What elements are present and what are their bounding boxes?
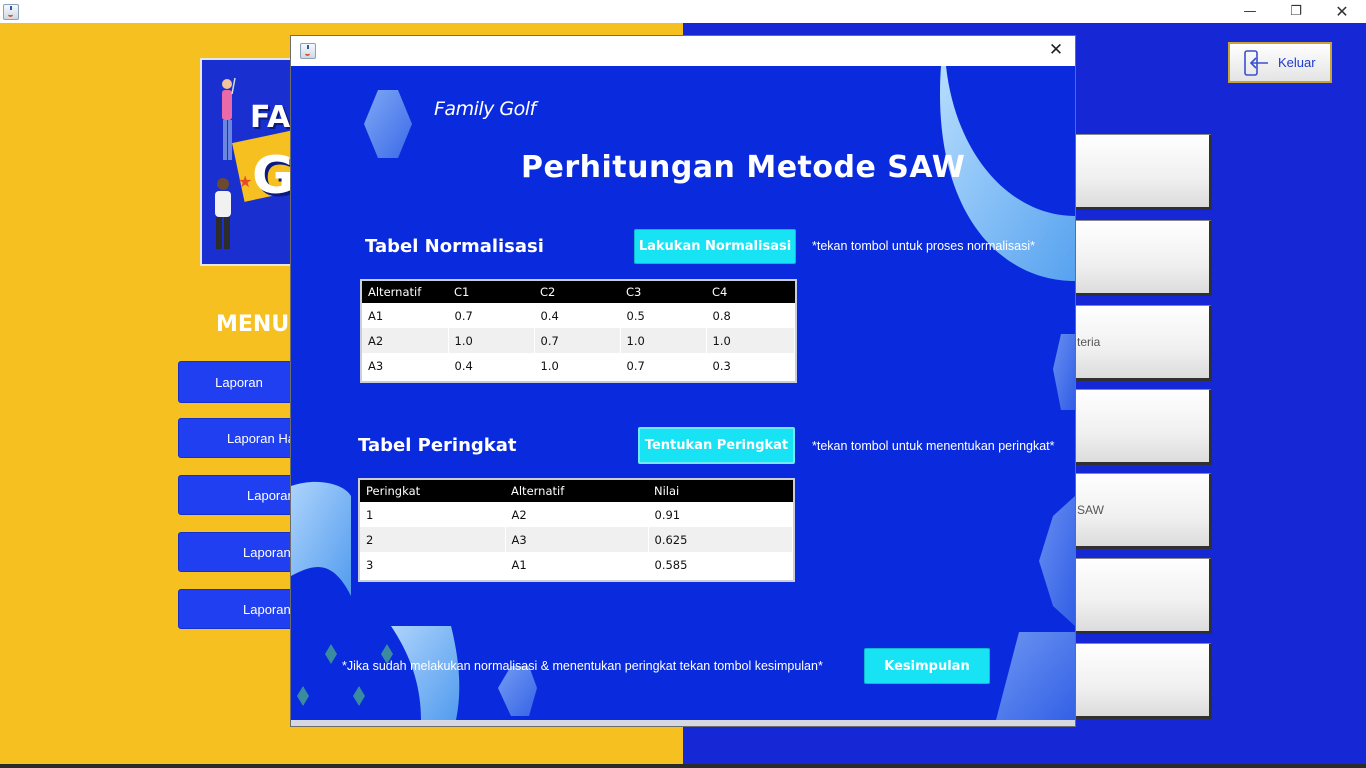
menu-button-laporan-2[interactable]: Laporan Ha xyxy=(178,418,298,458)
menu-title: MENU xyxy=(216,312,290,337)
menu-button-laporan-5[interactable]: Laporan xyxy=(178,589,298,629)
column-header[interactable]: Peringkat xyxy=(360,480,505,502)
table-cell[interactable]: A3 xyxy=(505,527,649,552)
right-menu-button-4[interactable] xyxy=(1066,389,1212,465)
table-cell[interactable]: 0.7 xyxy=(448,303,535,328)
right-menu-button-7[interactable] xyxy=(1066,643,1212,719)
restore-icon: ❐ xyxy=(1290,4,1302,19)
table-cell[interactable]: 1 xyxy=(360,502,506,527)
table-cell[interactable]: 0.7 xyxy=(534,328,621,353)
dialog-body: Family Golf Perhitungan Metode SAW Tabel… xyxy=(291,66,1075,720)
table-cell[interactable]: 1.0 xyxy=(448,328,535,353)
table-row[interactable]: A3 0.4 1.0 0.7 0.3 xyxy=(362,353,795,378)
table-cell[interactable]: 2 xyxy=(360,527,506,552)
minimize-icon: — xyxy=(1243,4,1257,19)
table-cell[interactable]: 0.4 xyxy=(448,353,535,378)
table-cell[interactable]: A3 xyxy=(362,353,449,378)
table-row[interactable]: 1 A2 0.91 xyxy=(360,502,793,527)
table-cell[interactable]: 1.0 xyxy=(620,328,707,353)
column-header[interactable]: C1 xyxy=(448,281,534,303)
table-cell[interactable]: A1 xyxy=(362,303,449,328)
kesimpulan-button[interactable]: Kesimpulan xyxy=(864,648,990,684)
normalisasi-table: Alternatif C1 C2 C3 C4 A1 0.7 0.4 0.5 0.… xyxy=(360,279,797,383)
table-cell[interactable]: A2 xyxy=(505,502,649,527)
table-cell[interactable]: 0.5 xyxy=(620,303,707,328)
right-menu-button-2[interactable] xyxy=(1066,220,1212,296)
window-close-button[interactable]: ✕ xyxy=(1319,0,1365,23)
column-header[interactable]: Alternatif xyxy=(362,281,448,303)
column-header[interactable]: Alternatif xyxy=(505,480,648,502)
column-header[interactable]: Nilai xyxy=(648,480,793,502)
normalisasi-hint: *tekan tombol untuk proses normalisasi* xyxy=(812,239,1036,253)
table-cell[interactable]: 0.625 xyxy=(648,527,793,552)
table-row[interactable]: 2 A3 0.625 xyxy=(360,527,793,552)
table-cell[interactable]: A1 xyxy=(505,552,649,577)
peringkat-table: Peringkat Alternatif Nilai 1 A2 0.91 2 A… xyxy=(358,478,795,582)
right-menu-button-kriteria[interactable]: teria xyxy=(1066,305,1212,381)
keluar-label: Keluar xyxy=(1278,55,1316,70)
close-icon: ✕ xyxy=(1335,2,1349,21)
minimize-button[interactable]: — xyxy=(1227,0,1273,23)
menu-button-laporan-4[interactable]: Laporan xyxy=(178,532,298,572)
normalisasi-section-title: Tabel Normalisasi xyxy=(365,236,544,257)
right-menu-button-saw[interactable]: SAW xyxy=(1066,473,1212,549)
main-title-bar: — ❐ ✕ xyxy=(0,0,1366,23)
brand-label: Family Golf xyxy=(434,98,536,120)
table-header-row: Alternatif C1 C2 C3 C4 xyxy=(362,281,795,303)
menu-button-laporan-1[interactable]: Laporan xyxy=(178,361,300,403)
table-row[interactable]: A1 0.7 0.4 0.5 0.8 xyxy=(362,303,795,328)
close-icon: ✕ xyxy=(1048,40,1064,60)
column-header[interactable]: C4 xyxy=(706,281,795,303)
peringkat-section-title: Tabel Peringkat xyxy=(358,435,517,456)
keluar-button[interactable]: Keluar xyxy=(1228,42,1332,83)
restore-button[interactable]: ❐ xyxy=(1273,0,1319,23)
java-icon xyxy=(3,4,19,20)
table-row[interactable]: A2 1.0 0.7 1.0 1.0 xyxy=(362,328,795,353)
dialog-title: Perhitungan Metode SAW xyxy=(521,150,966,185)
table-cell[interactable]: 0.3 xyxy=(706,353,795,378)
tentukan-peringkat-button[interactable]: Tentukan Peringkat xyxy=(638,427,795,464)
star-icon: ★ xyxy=(238,172,253,191)
table-header-row: Peringkat Alternatif Nilai xyxy=(360,480,793,502)
right-menu-button-1[interactable] xyxy=(1066,134,1212,210)
taskbar-edge xyxy=(0,764,1366,768)
table-cell[interactable]: 1.0 xyxy=(706,328,795,353)
dialog-title-bar: ✕ xyxy=(291,36,1075,66)
table-cell[interactable]: 0.585 xyxy=(648,552,793,577)
lakukan-normalisasi-button[interactable]: Lakukan Normalisasi xyxy=(634,229,796,264)
dialog-bottom-edge xyxy=(291,720,1075,726)
logo-text-line1: FA xyxy=(250,100,291,135)
golfer-icon xyxy=(222,77,236,160)
player-icon xyxy=(215,178,231,249)
table-cell[interactable]: 0.91 xyxy=(648,502,793,527)
dialog-java-icon xyxy=(300,43,316,59)
table-cell[interactable]: 1.0 xyxy=(534,353,621,378)
saw-dialog: ✕ Family Golf Perhitungan Metode SAW Tab… xyxy=(290,35,1076,727)
menu-button-laporan-3[interactable]: Laporan xyxy=(178,475,298,515)
table-cell[interactable]: 0.8 xyxy=(706,303,795,328)
family-golf-logo: ★ FA GO xyxy=(200,58,300,266)
right-menu-button-6[interactable] xyxy=(1066,558,1212,634)
column-header[interactable]: C2 xyxy=(534,281,620,303)
table-row[interactable]: 3 A1 0.585 xyxy=(360,552,793,577)
exit-arrow-icon xyxy=(1244,49,1268,76)
peringkat-hint: *tekan tombol untuk menentukan peringkat… xyxy=(812,439,1055,453)
table-cell[interactable]: 0.4 xyxy=(534,303,621,328)
column-header[interactable]: C3 xyxy=(620,281,706,303)
table-cell[interactable]: 0.7 xyxy=(620,353,707,378)
kesimpulan-hint: *Jika sudah melakukan normalisasi & mene… xyxy=(342,659,823,673)
table-cell[interactable]: A2 xyxy=(362,328,449,353)
table-cell[interactable]: 3 xyxy=(360,552,506,577)
dialog-close-button[interactable]: ✕ xyxy=(1041,36,1071,64)
